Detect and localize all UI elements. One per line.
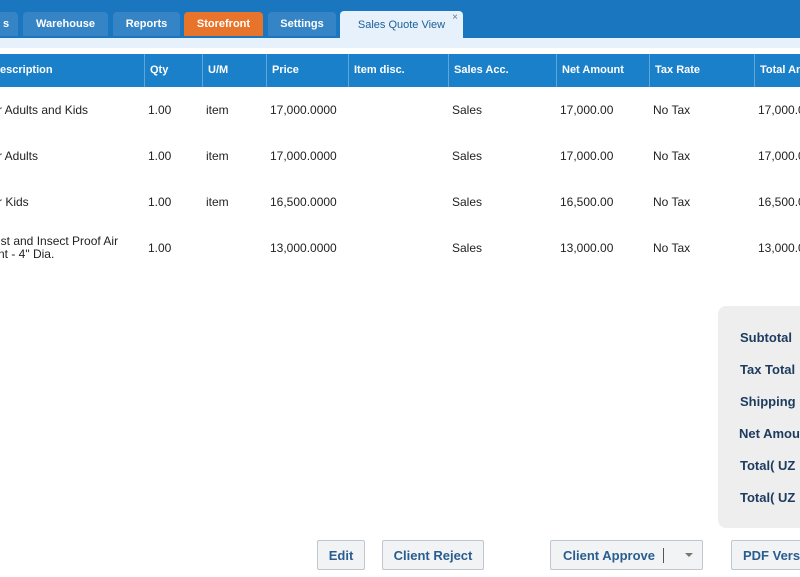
total-label: Total( UZ [740, 458, 796, 473]
subtotal-label: Subtotal [740, 330, 792, 345]
cell-description: r Kids [0, 195, 29, 209]
tab-strip-underline [0, 38, 800, 48]
tab-label: Sales Quote View [357, 18, 446, 31]
split-divider [663, 548, 664, 563]
cell-total-amount: 16,500.0 [758, 195, 800, 209]
cell-item-disc [348, 87, 448, 133]
top-tab-bar: s Warehouse Reports Storefront Settings … [0, 0, 800, 38]
cell-item-disc [348, 133, 448, 179]
tab-label: Storefront [196, 18, 251, 30]
client-reject-button[interactable]: Client Reject [382, 540, 484, 570]
cell-item-disc [348, 225, 448, 271]
shipping-label: Shipping [740, 394, 796, 409]
chevron-down-icon[interactable] [685, 553, 693, 557]
cell-sales-acc: Sales [452, 195, 483, 209]
client-approve-split-button[interactable]: Client Approve [550, 540, 703, 570]
tab-warehouse[interactable]: Warehouse [23, 12, 108, 36]
column-header-price[interactable]: Price [266, 54, 348, 87]
table-row[interactable]: r Kids 1.00 item 16,500.0000 Sales 16,50… [0, 179, 800, 225]
cell-price: 13,000.0000 [270, 241, 337, 255]
cell-net-amount: 17,000.00 [560, 103, 614, 117]
cell-um: item [206, 103, 229, 117]
tax-total-label: Tax Total [740, 362, 796, 377]
cell-qty: 1.00 [148, 195, 172, 209]
cell-tax-rate: No Tax [653, 241, 691, 255]
cell-description: r Adults [0, 149, 39, 163]
cell-qty: 1.00 [148, 241, 172, 255]
cell-qty: 1.00 [148, 103, 172, 117]
cell-um: item [206, 149, 229, 163]
cell-sales-acc: Sales [452, 149, 483, 163]
cell-um [202, 225, 266, 271]
tab-label: Settings [280, 18, 324, 30]
pdf-version-button[interactable]: PDF Vers [731, 540, 800, 570]
cell-tax-rate: No Tax [653, 195, 691, 209]
table-row[interactable]: ist and Insect Proof Air nt - 4" Dia. 1.… [0, 225, 800, 271]
cell-sales-acc: Sales [452, 103, 483, 117]
cell-tax-rate: No Tax [653, 149, 691, 163]
table-row[interactable]: r Adults and Kids 1.00 item 17,000.0000 … [0, 87, 800, 133]
column-header-item-disc[interactable]: Item disc. [348, 54, 448, 87]
cell-total-amount: 17,000.0 [758, 103, 800, 117]
tab-label: Warehouse [36, 18, 95, 30]
cell-description: ist and Insect Proof Air nt - 4" Dia. [0, 234, 119, 261]
cell-price: 16,500.0000 [270, 195, 337, 209]
tab-settings[interactable]: Settings [268, 12, 336, 36]
cell-item-disc [348, 179, 448, 225]
column-header-qty[interactable]: Qty [144, 54, 202, 87]
cell-net-amount: 16,500.00 [560, 195, 614, 209]
cell-sales-acc: Sales [452, 241, 483, 255]
grid-header: escription Qty U/M Price Item disc. Sale… [0, 54, 800, 87]
net-amount-label: Net Amou [739, 426, 800, 441]
cell-net-amount: 13,000.00 [560, 241, 614, 255]
cell-qty: 1.00 [148, 149, 172, 163]
tab-storefront[interactable]: Storefront [184, 12, 263, 36]
column-header-um[interactable]: U/M [202, 54, 266, 87]
cell-total-amount: 17,000.0 [758, 149, 800, 163]
cell-price: 17,000.0000 [270, 149, 337, 163]
cell-um: item [206, 195, 229, 209]
tab-partial[interactable]: s [0, 12, 18, 36]
cell-price: 17,000.0000 [270, 103, 337, 117]
column-header-total-amount[interactable]: Total An [754, 54, 800, 87]
close-icon[interactable]: × [452, 12, 458, 23]
tab-sales-quote-view[interactable]: Sales Quote View × [340, 11, 463, 38]
cell-description: r Adults and Kids [0, 103, 89, 117]
column-header-sales-acc[interactable]: Sales Acc. [448, 54, 556, 87]
cell-total-amount: 13,000.0 [758, 241, 800, 255]
column-header-tax-rate[interactable]: Tax Rate [649, 54, 754, 87]
totals-panel: Subtotal Tax Total Shipping Net Amou Tot… [718, 306, 800, 528]
edit-button[interactable]: Edit [317, 540, 365, 570]
table-row[interactable]: r Adults 1.00 item 17,000.0000 Sales 17,… [0, 133, 800, 179]
column-header-net-amount[interactable]: Net Amount [556, 54, 649, 87]
cell-tax-rate: No Tax [653, 103, 691, 117]
total-label: Total( UZ [740, 490, 796, 505]
column-header-description[interactable]: escription [0, 54, 144, 87]
cell-net-amount: 17,000.00 [560, 149, 614, 163]
tab-label: s [2, 18, 10, 30]
tab-label: Reports [125, 18, 168, 30]
tab-reports[interactable]: Reports [113, 12, 180, 36]
client-approve-label[interactable]: Client Approve [563, 548, 655, 563]
